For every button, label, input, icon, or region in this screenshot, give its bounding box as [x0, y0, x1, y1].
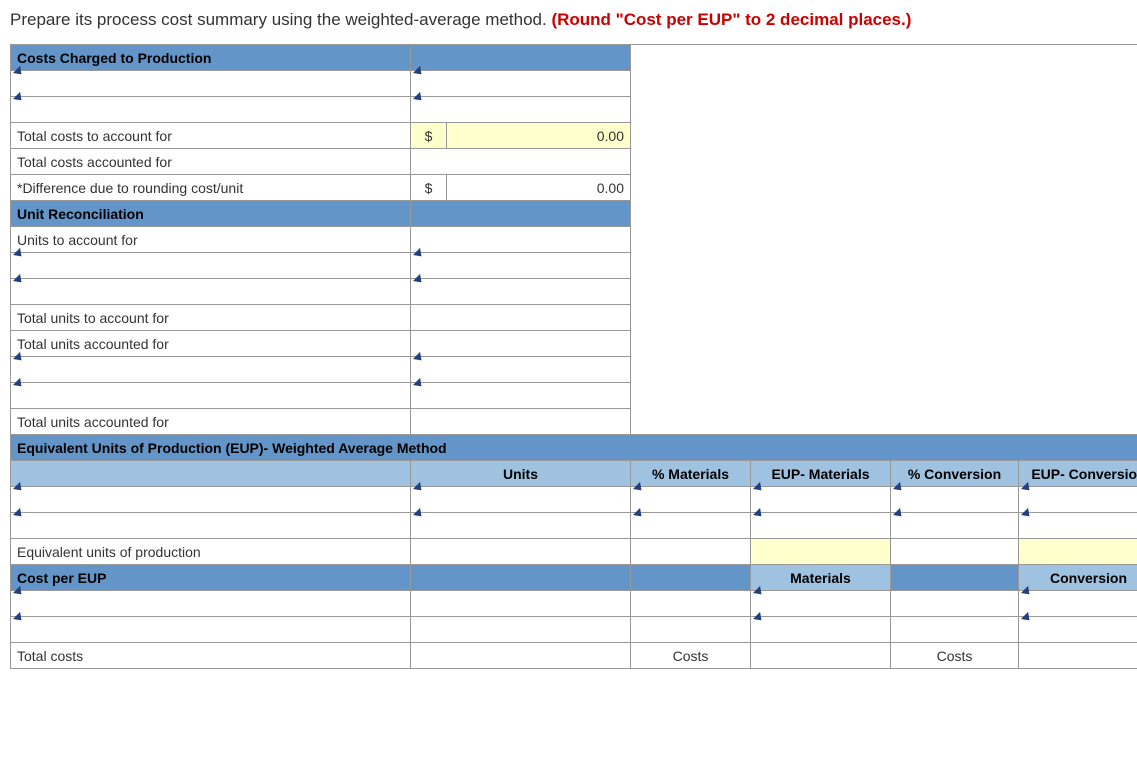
- eup-col-eup-conversion: EUP- Conversion: [1019, 461, 1137, 487]
- eup-line-2-eup-mat[interactable]: [751, 513, 891, 539]
- total-units-accounted-for-b-value[interactable]: [411, 409, 631, 435]
- section-costs-charged: Costs Charged to Production: [11, 45, 411, 71]
- total-units-accounted-for-a: Total units accounted for: [11, 331, 411, 357]
- unit-line-1-label[interactable]: [11, 253, 411, 279]
- instruction-prefix: Prepare its process cost summary using t…: [10, 10, 551, 29]
- instruction-red: (Round "Cost per EUP" to 2 decimal place…: [551, 10, 911, 29]
- unit-line-3-value[interactable]: [411, 357, 631, 383]
- eup-line-1-label[interactable]: [11, 487, 411, 513]
- cpe-line-1-mat[interactable]: [751, 591, 891, 617]
- cpe-line-1-conv[interactable]: [1019, 591, 1137, 617]
- cost-per-eup-conversion-hdr: Conversion: [1019, 565, 1137, 591]
- eup-col-pct-conversion: % Conversion: [891, 461, 1019, 487]
- cost-per-eup-fill3: [891, 565, 1019, 591]
- total-costs-accounted-for: Total costs accounted for: [11, 149, 411, 175]
- cost-per-eup-label: Cost per EUP: [11, 565, 411, 591]
- eup-line-2-units[interactable]: [411, 513, 631, 539]
- section-costs-charged-fill: [411, 45, 631, 71]
- unit-line-2-value[interactable]: [411, 279, 631, 305]
- eup-line-1-eup-conv[interactable]: [1019, 487, 1137, 513]
- cost-line-2-value[interactable]: [411, 97, 631, 123]
- dollar-sym-1: $: [411, 123, 447, 149]
- cpe-line-1-c5[interactable]: [891, 591, 1019, 617]
- unit-line-4-label[interactable]: [11, 383, 411, 409]
- unit-line-4-value[interactable]: [411, 383, 631, 409]
- eup-line-2-pct-conv[interactable]: [891, 513, 1019, 539]
- cpe-line-1-c3[interactable]: [631, 591, 751, 617]
- cost-per-eup-fill1: [411, 565, 631, 591]
- cpe-line-2-c2[interactable]: [411, 617, 631, 643]
- section-unit-recon: Unit Reconciliation: [11, 201, 411, 227]
- cost-per-eup-fill2: [631, 565, 751, 591]
- total-costs-account-for: Total costs to account for: [11, 123, 411, 149]
- diff-rounding: *Difference due to rounding cost/unit: [11, 175, 411, 201]
- cpe-line-2-conv[interactable]: [1019, 617, 1137, 643]
- cost-line-1-value[interactable]: [411, 71, 631, 97]
- cpe-line-2-c3[interactable]: [631, 617, 751, 643]
- eup-line-1-eup-mat[interactable]: [751, 487, 891, 513]
- eup-row-pct-conv[interactable]: [891, 539, 1019, 565]
- eup-line-2-label[interactable]: [11, 513, 411, 539]
- eup-line-1-units[interactable]: [411, 487, 631, 513]
- instruction-text: Prepare its process cost summary using t…: [10, 10, 1127, 30]
- eup-row-label: Equivalent units of production: [11, 539, 411, 565]
- cpe-line-2-c5[interactable]: [891, 617, 1019, 643]
- section-eup: Equivalent Units of Production (EUP)- We…: [11, 435, 1137, 461]
- eup-line-2-eup-conv[interactable]: [1019, 513, 1137, 539]
- eup-row-eup-mat[interactable]: [751, 539, 891, 565]
- eup-row-eup-conv[interactable]: [1019, 539, 1137, 565]
- eup-col-eup-materials: EUP- Materials: [751, 461, 891, 487]
- cost-line-1-label[interactable]: [11, 71, 411, 97]
- process-cost-table: Costs Charged to Production Total costs …: [10, 44, 1137, 669]
- total-costs-mat[interactable]: [751, 643, 891, 669]
- eup-line-1-pct-mat[interactable]: [631, 487, 751, 513]
- eup-line-1-pct-conv[interactable]: [891, 487, 1019, 513]
- cpe-line-1-c2[interactable]: [411, 591, 631, 617]
- total-units-account-for-value[interactable]: [411, 305, 631, 331]
- total-units-accounted-for-a-value[interactable]: [411, 331, 631, 357]
- total-costs-account-for-value: 0.00: [447, 123, 631, 149]
- cost-per-eup-materials-hdr: Materials: [751, 565, 891, 591]
- cpe-line-2-mat[interactable]: [751, 617, 891, 643]
- eup-row-pct-mat[interactable]: [631, 539, 751, 565]
- total-costs-accounted-for-value[interactable]: [411, 149, 631, 175]
- units-to-account-for: Units to account for: [11, 227, 411, 253]
- eup-col-blank: [11, 461, 411, 487]
- section-unit-recon-fill: [411, 201, 631, 227]
- total-costs-label: Total costs: [11, 643, 411, 669]
- total-costs-c2[interactable]: [411, 643, 631, 669]
- units-to-account-for-value[interactable]: [411, 227, 631, 253]
- cost-line-2-label[interactable]: [11, 97, 411, 123]
- eup-line-2-pct-mat[interactable]: [631, 513, 751, 539]
- total-units-account-for: Total units to account for: [11, 305, 411, 331]
- total-costs-costs-label-2: Costs: [891, 643, 1019, 669]
- eup-row-units[interactable]: [411, 539, 631, 565]
- total-units-accounted-for-b: Total units accounted for: [11, 409, 411, 435]
- total-costs-conv[interactable]: [1019, 643, 1137, 669]
- unit-line-1-value[interactable]: [411, 253, 631, 279]
- total-costs-costs-label-1: Costs: [631, 643, 751, 669]
- unit-line-3-label[interactable]: [11, 357, 411, 383]
- eup-col-units: Units: [411, 461, 631, 487]
- diff-rounding-value: 0.00: [447, 175, 631, 201]
- cpe-line-2-label[interactable]: [11, 617, 411, 643]
- cpe-line-1-label[interactable]: [11, 591, 411, 617]
- unit-line-2-label[interactable]: [11, 279, 411, 305]
- dollar-sym-2: $: [411, 175, 447, 201]
- eup-col-pct-materials: % Materials: [631, 461, 751, 487]
